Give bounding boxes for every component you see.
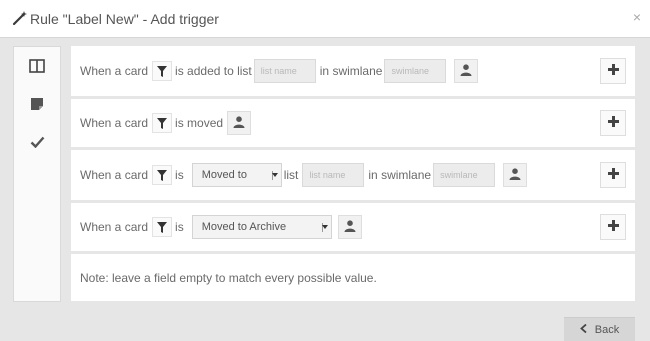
plus-icon <box>607 64 619 78</box>
user-filter-button[interactable] <box>454 59 479 83</box>
note-text: Note: leave a field empty to match every… <box>80 270 377 285</box>
select-value: Moved to <box>201 169 247 181</box>
user-icon <box>344 219 356 235</box>
trigger-row-moved-to-list: When a card is Moved to list in swimlane <box>71 150 635 200</box>
trigger-action: is <box>175 220 184 234</box>
move-direction-select[interactable]: Moved to <box>191 163 282 187</box>
filter-icon[interactable] <box>152 61 173 81</box>
trigger-prefix: When a card <box>80 64 149 78</box>
swimlane-input[interactable] <box>433 163 496 187</box>
trigger-prefix: When a card <box>80 168 149 182</box>
tab-board-triggers[interactable] <box>14 51 60 85</box>
dropdown-arrow-icon <box>321 223 328 232</box>
back-button[interactable]: Back <box>564 317 635 341</box>
add-trigger-button[interactable] <box>600 162 626 188</box>
plus-icon <box>607 220 619 234</box>
trigger-prefix: When a card <box>80 220 149 234</box>
dialog-header: Rule "Label New" - Add trigger × <box>0 0 650 38</box>
filter-icon[interactable] <box>152 113 173 133</box>
tab-checklist-triggers[interactable] <box>14 127 60 161</box>
filter-icon[interactable] <box>152 165 173 185</box>
trigger-prefix: When a card <box>80 116 149 130</box>
trigger-action: is moved <box>175 116 224 130</box>
user-filter-button[interactable] <box>503 163 528 187</box>
archive-direction-select[interactable]: Moved to Archive <box>191 215 332 239</box>
list-name-input[interactable] <box>302 163 365 187</box>
trigger-row-added-to-list: When a card is added to list in swimlane <box>71 46 635 96</box>
add-trigger-button[interactable] <box>600 214 626 240</box>
plus-icon <box>607 116 619 130</box>
trigger-action: is added to list <box>175 64 252 78</box>
swimlane-label: in swimlane <box>319 64 383 78</box>
user-icon <box>509 167 521 183</box>
user-icon <box>460 63 472 79</box>
trigger-row-moved: When a card is moved <box>71 99 635 147</box>
dropdown-arrow-icon <box>271 171 278 180</box>
filter-icon[interactable] <box>152 217 173 237</box>
list-name-input[interactable] <box>253 59 316 83</box>
trigger-category-tabs <box>13 46 61 302</box>
add-trigger-button[interactable] <box>600 110 626 136</box>
close-icon[interactable]: × <box>633 9 641 25</box>
magic-wand-icon <box>12 10 28 26</box>
swimlane-input[interactable] <box>384 59 447 83</box>
empty-field-note: Note: leave a field empty to match every… <box>71 254 635 301</box>
back-label: Back <box>594 323 620 336</box>
user-filter-button[interactable] <box>337 215 362 239</box>
card-icon <box>30 97 44 116</box>
trigger-row-moved-to-archive: When a card is Moved to Archive <box>71 203 635 251</box>
columns-icon <box>29 58 45 78</box>
select-value: Moved to Archive <box>201 221 287 233</box>
list-label: list <box>283 168 299 182</box>
dialog-title: Rule "Label New" - Add trigger <box>30 11 219 27</box>
check-icon <box>30 135 45 153</box>
chevron-left-icon <box>579 323 587 336</box>
tab-card-triggers[interactable] <box>14 89 60 123</box>
trigger-action: is <box>175 168 184 182</box>
swimlane-label: in swimlane <box>368 168 432 182</box>
user-filter-button[interactable] <box>227 111 252 135</box>
plus-icon <box>607 168 619 182</box>
add-trigger-button[interactable] <box>600 58 626 84</box>
user-icon <box>233 115 245 131</box>
